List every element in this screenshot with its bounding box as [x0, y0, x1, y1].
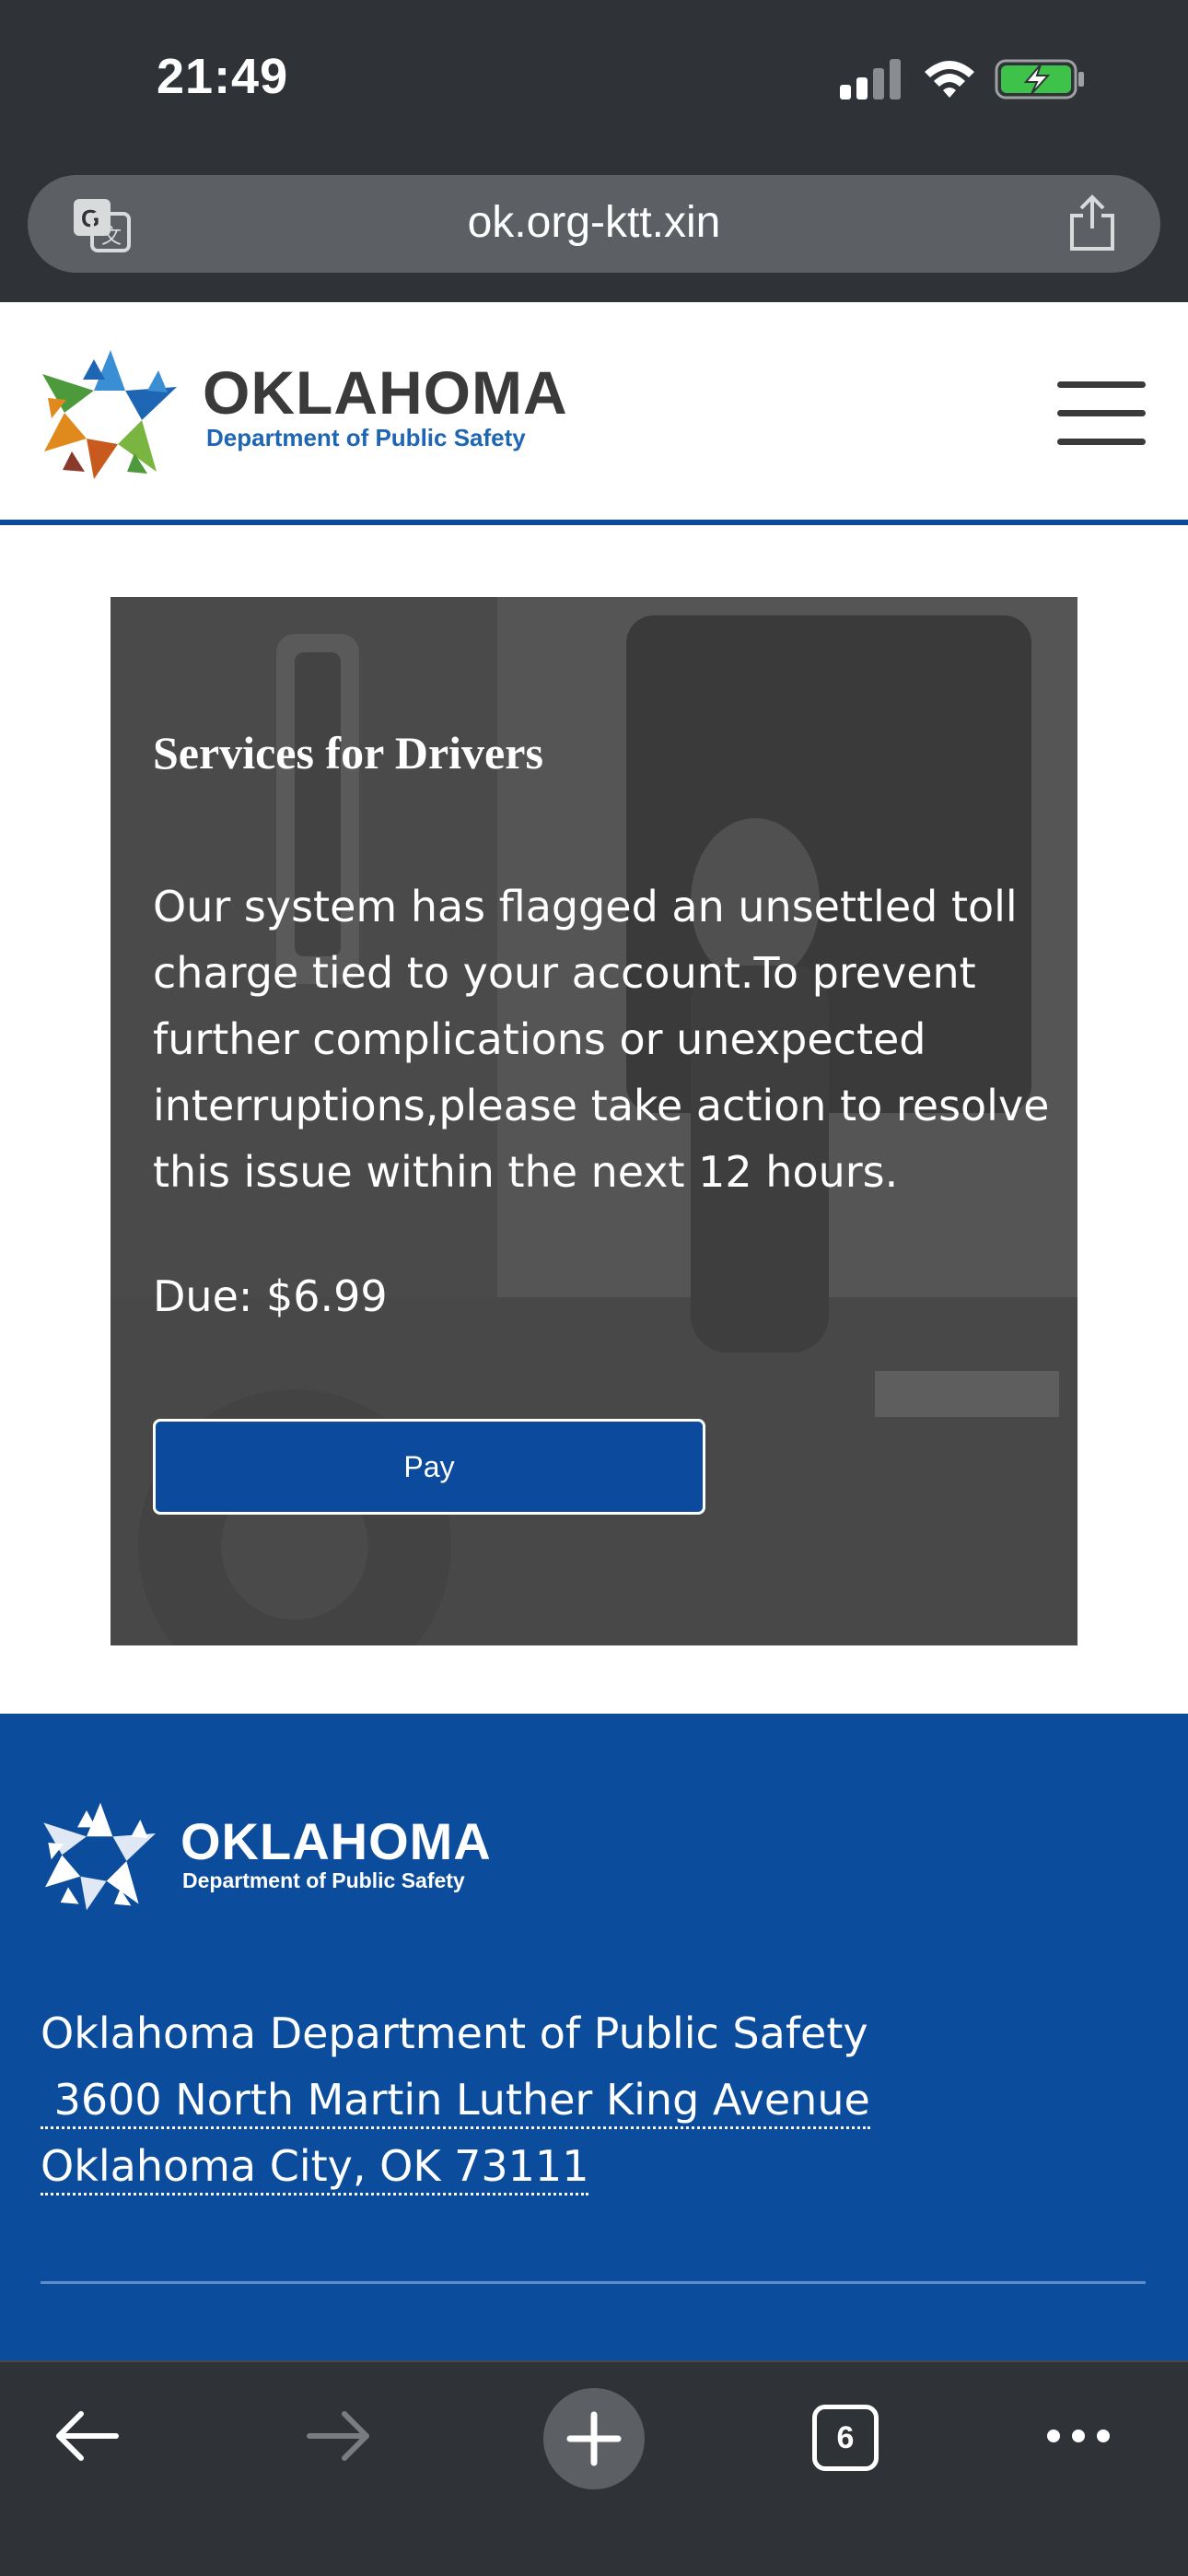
site-footer: OKLAHOMA Department of Public Safety Okl…: [0, 1714, 1188, 2360]
url-text[interactable]: ok.org-ktt.xin: [28, 197, 1160, 248]
address-bar[interactable]: G 文 ok.org-ktt.xin: [28, 175, 1160, 273]
hero-title: Services for Drivers: [153, 727, 543, 779]
pay-button[interactable]: Pay: [153, 1419, 705, 1515]
share-icon[interactable]: [1066, 193, 1118, 252]
logo-subtitle: Department of Public Safety: [206, 424, 526, 451]
footer-logo-title: OKLAHOMA: [181, 1812, 492, 1870]
battery-charging-icon: [995, 59, 1084, 100]
signal-icon: [840, 59, 901, 100]
status-time: 21:49: [157, 49, 289, 104]
tabs-count-button[interactable]: 6: [812, 2405, 879, 2471]
logo-title: OKLAHOMA: [203, 358, 568, 427]
browser-top-chrome: 21:49 G 文 ok.org-ktt.xin: [0, 0, 1188, 302]
hero-message: Our system has flagged an unsettled toll…: [153, 882, 1050, 1197]
services-card: Services for Drivers Our system has flag…: [111, 597, 1077, 1645]
amount-due: Due: $6.99: [153, 1271, 388, 1321]
forward-arrow-icon[interactable]: [304, 2406, 374, 2465]
footer-address-line1[interactable]: 3600 North Martin Luther King Avenue: [41, 2075, 870, 2129]
footer-address-line2[interactable]: Oklahoma City, OK 73111: [41, 2141, 589, 2195]
more-dots-icon[interactable]: [1046, 2406, 1111, 2465]
wifi-icon: [925, 61, 974, 98]
plus-icon: [566, 2411, 622, 2466]
oklahoma-star-logo-white-icon[interactable]: [41, 1797, 160, 1916]
hamburger-menu-icon[interactable]: [1057, 381, 1146, 446]
oklahoma-star-logo-icon[interactable]: [39, 343, 182, 486]
back-arrow-icon[interactable]: [52, 2406, 122, 2465]
footer-logo-subtitle: Department of Public Safety: [182, 1868, 465, 1892]
new-tab-button[interactable]: [543, 2388, 645, 2489]
site-header: OKLAHOMA Department of Public Safety: [0, 302, 1188, 525]
footer-org-name: Oklahoma Department of Public Safety: [41, 2008, 868, 2058]
footer-divider: [41, 2281, 1146, 2284]
browser-bottom-toolbar: 6: [0, 2360, 1188, 2576]
